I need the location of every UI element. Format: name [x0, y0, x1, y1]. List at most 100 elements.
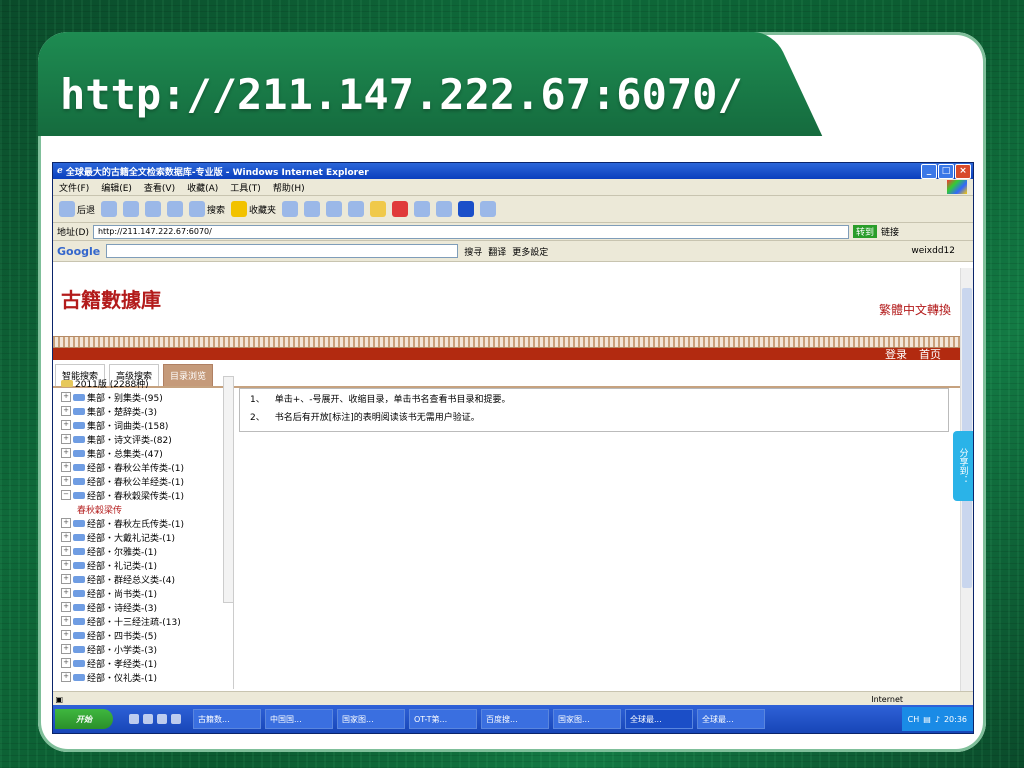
expand-icon[interactable]: +	[61, 574, 71, 584]
refresh-icon[interactable]	[145, 201, 162, 217]
tree-item[interactable]: + 经部・孝经类-(1)	[55, 656, 233, 670]
login-link[interactable]: 登录	[885, 346, 907, 362]
network-icon[interactable]: ▤	[923, 715, 931, 724]
share-tab[interactable]: 分享到：	[953, 431, 973, 501]
google-search-input[interactable]	[106, 244, 459, 258]
bluetooth-icon[interactable]	[458, 201, 475, 217]
bookmark-icon[interactable]	[414, 201, 431, 217]
expand-icon[interactable]: +	[61, 616, 71, 626]
back-button[interactable]: 后退	[59, 201, 95, 217]
media-quick-icon[interactable]	[171, 714, 181, 724]
show-desktop-icon[interactable]	[129, 714, 139, 724]
task-button[interactable]: 全球最...	[697, 709, 765, 729]
language-indicator[interactable]: CH	[908, 715, 920, 724]
expand-icon[interactable]: +	[61, 658, 71, 668]
mail-icon[interactable]	[304, 201, 321, 217]
tree-item[interactable]: + 经部・春秋公羊传类-(1)	[55, 460, 233, 474]
tree-item[interactable]: + 经部・春秋左氏传类-(1)	[55, 516, 233, 530]
tree-item[interactable]: + 经部・大戴礼记类-(1)	[55, 530, 233, 544]
history-icon[interactable]	[282, 201, 299, 217]
collapse-icon[interactable]: −	[61, 490, 71, 500]
people-icon[interactable]	[480, 201, 497, 217]
home-icon[interactable]	[167, 201, 184, 217]
tree-item[interactable]: + 经部・十三经注疏-(13)	[55, 614, 233, 628]
go-button[interactable]: 转到	[852, 225, 877, 238]
google-search-button[interactable]: 搜寻	[464, 245, 482, 258]
maximize-button[interactable]: □	[938, 163, 954, 179]
tree-item[interactable]: + 经部・礼记类-(1)	[55, 558, 233, 572]
tree-item[interactable]: + 集部・楚辞类-(3)	[55, 404, 233, 418]
favorites-button[interactable]: 收藏夹	[231, 201, 276, 217]
flower-icon[interactable]	[392, 201, 409, 217]
minimize-button[interactable]: _	[921, 163, 937, 179]
edit-icon[interactable]	[348, 201, 365, 217]
expand-icon[interactable]: +	[61, 602, 71, 612]
start-button[interactable]: 开始	[55, 709, 113, 729]
explorer-quick-icon[interactable]	[157, 714, 167, 724]
expand-icon[interactable]: +	[61, 420, 71, 430]
tree-item[interactable]: + 经部・小学类-(3)	[55, 642, 233, 656]
expand-icon[interactable]: +	[61, 434, 71, 444]
expand-icon[interactable]: +	[61, 448, 71, 458]
google-more-settings[interactable]: 更多設定	[512, 245, 548, 258]
forward-arrow-icon[interactable]	[101, 201, 118, 217]
expand-icon[interactable]: +	[61, 588, 71, 598]
expand-icon[interactable]: +	[61, 672, 71, 682]
close-button[interactable]: ×	[955, 163, 971, 179]
tree-item[interactable]: − 经部・春秋穀梁传类-(1)	[55, 488, 233, 502]
expand-icon[interactable]: +	[61, 406, 71, 416]
tree-scrollbar[interactable]	[223, 376, 233, 603]
expand-icon[interactable]: +	[61, 462, 71, 472]
expand-icon[interactable]: +	[61, 630, 71, 640]
stop-icon[interactable]	[123, 201, 140, 217]
task-button[interactable]: 百度搜...	[481, 709, 549, 729]
clock[interactable]: 20:36	[944, 715, 967, 724]
tree-item[interactable]: + 经部・仪礼类-(1)	[55, 670, 233, 684]
volume-icon[interactable]: ♪	[935, 715, 940, 724]
expand-icon[interactable]: +	[61, 560, 71, 570]
tree-root[interactable]: 2011版 (2288种)	[55, 376, 233, 390]
task-button[interactable]: 国家图...	[553, 709, 621, 729]
menu-favorites[interactable]: 收藏(A)	[187, 181, 218, 194]
task-button-active[interactable]: 全球最...	[625, 709, 693, 729]
expand-icon[interactable]: +	[61, 532, 71, 542]
menu-file[interactable]: 文件(F)	[59, 181, 89, 194]
ie-quick-icon[interactable]	[143, 714, 153, 724]
print-icon[interactable]	[326, 201, 343, 217]
home-link[interactable]: 首页	[919, 346, 941, 362]
book-icon	[73, 533, 85, 541]
tree-item[interactable]: + 集部・别集类-(95)	[55, 390, 233, 404]
google-translate-button[interactable]: 翻译	[488, 245, 506, 258]
menu-edit[interactable]: 编辑(E)	[101, 181, 132, 194]
task-button[interactable]: 古籍数...	[193, 709, 261, 729]
google-user[interactable]: weixdd12	[911, 246, 955, 256]
tree-item[interactable]: + 经部・群经总义类-(4)	[55, 572, 233, 586]
tree-item[interactable]: + 经部・诗经类-(3)	[55, 600, 233, 614]
task-button[interactable]: 中国国...	[265, 709, 333, 729]
traditional-chinese-link[interactable]: 繁體中文轉換	[879, 301, 951, 318]
tree-book-link[interactable]: 春秋穀梁传	[55, 502, 233, 516]
task-button[interactable]: 国家图...	[337, 709, 405, 729]
tree-item[interactable]: + 经部・尚书类-(1)	[55, 586, 233, 600]
task-button[interactable]: OT-T第...	[409, 709, 477, 729]
expand-icon[interactable]: +	[61, 476, 71, 486]
address-input[interactable]: http://211.147.222.67:6070/	[92, 224, 849, 239]
tree-item[interactable]: + 经部・四书类-(5)	[55, 628, 233, 642]
links-label[interactable]: 链接	[881, 225, 899, 238]
tree-item[interactable]: + 集部・词曲类-(158)	[55, 418, 233, 432]
messenger-icon[interactable]	[436, 201, 453, 217]
menu-help[interactable]: 帮助(H)	[273, 181, 305, 194]
menu-tools[interactable]: 工具(T)	[230, 181, 261, 194]
folder-icon[interactable]	[370, 201, 387, 217]
menu-view[interactable]: 查看(V)	[144, 181, 175, 194]
page-icon: ▣	[53, 694, 64, 704]
expand-icon[interactable]: +	[61, 546, 71, 556]
expand-icon[interactable]: +	[61, 518, 71, 528]
tree-item[interactable]: + 经部・春秋公羊经类-(1)	[55, 474, 233, 488]
tree-item[interactable]: + 经部・尔雅类-(1)	[55, 544, 233, 558]
tree-item[interactable]: + 集部・总集类-(47)	[55, 446, 233, 460]
expand-icon[interactable]: +	[61, 644, 71, 654]
expand-icon[interactable]: +	[61, 392, 71, 402]
search-button[interactable]: 搜索	[189, 201, 225, 217]
tree-item[interactable]: + 集部・诗文评类-(82)	[55, 432, 233, 446]
